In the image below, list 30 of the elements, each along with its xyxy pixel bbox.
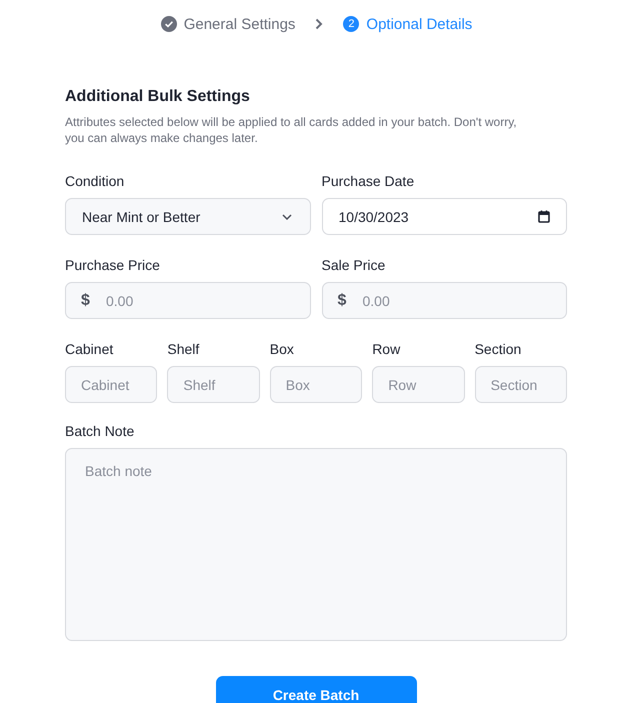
field-label: Box <box>270 340 295 358</box>
input-field[interactable]: Row <box>372 366 465 403</box>
input-field[interactable]: Box <box>270 366 362 403</box>
check-circle-icon <box>160 16 177 32</box>
field-label: Shelf <box>167 340 200 358</box>
dollar-sign: $ <box>81 291 90 310</box>
input-field[interactable]: Shelf <box>167 366 260 403</box>
field-label: Condition <box>65 172 126 190</box>
field-label: Purchase Price <box>65 256 161 274</box>
field-label: Sale Price <box>322 256 386 274</box>
field-label: Section <box>474 340 522 358</box>
input-field[interactable]: Section <box>474 366 567 403</box>
field-label: Purchase Date <box>322 172 416 190</box>
step-label[interactable]: Optional Details <box>366 16 472 32</box>
field-label: Batch Note <box>65 422 136 440</box>
section-description: Attributes selected below will be applied to all cards added in your batch. Don't worry, you can always make changes later. <box>65 114 518 146</box>
field-label: Row <box>372 340 402 358</box>
step-number: 2 <box>343 16 360 32</box>
create-batch-button[interactable]: Create Batch <box>216 676 416 703</box>
note-field[interactable]: Batch note <box>65 448 567 641</box>
input-field[interactable]: Cabinet <box>65 366 158 403</box>
field-label: Cabinet <box>65 340 114 358</box>
chevron-right-icon <box>315 18 324 30</box>
condition-select[interactable]: Near Mint or Better <box>65 198 310 235</box>
calendar-icon[interactable] <box>538 210 550 223</box>
date-field[interactable]: 10/30/2023 <box>322 198 567 235</box>
chevron-down-icon <box>282 214 292 220</box>
dollar-sign: $ <box>338 291 346 310</box>
section-title: Additional Bulk Settings <box>65 87 251 107</box>
step-label[interactable]: General Settings <box>184 16 296 32</box>
